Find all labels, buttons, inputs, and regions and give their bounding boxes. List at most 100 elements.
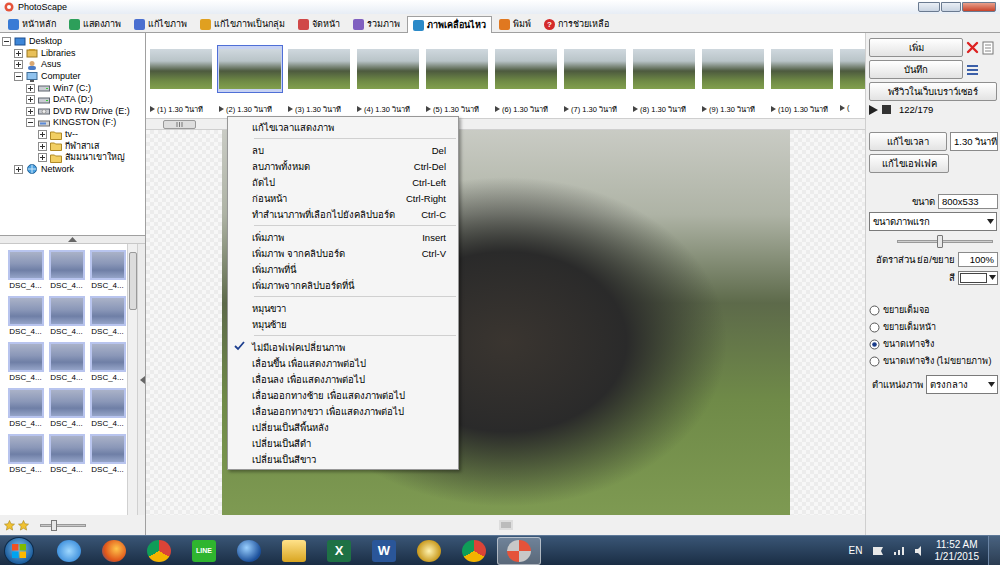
- tree-item[interactable]: Win7 (C:): [2, 82, 143, 94]
- maximize-button[interactable]: [941, 2, 961, 12]
- expand-icon[interactable]: [14, 165, 23, 174]
- expand-icon[interactable]: [26, 84, 35, 93]
- menu-item[interactable]: เลื่อนขึ้น เพื่อแสดงภาพต่อไป: [228, 355, 458, 371]
- delete-icon[interactable]: [966, 41, 979, 54]
- menu-item[interactable]: หมุนซ้าย: [228, 316, 458, 332]
- frame[interactable]: (1) 1.30 วินาที: [148, 45, 217, 118]
- menu-item[interactable]: ลบภาพทั้งหมดCtrl-Del: [228, 158, 458, 174]
- taskbar-app[interactable]: [272, 537, 316, 565]
- tree-item[interactable]: KINGSTON (F:): [2, 117, 143, 129]
- taskbar-app[interactable]: [227, 537, 271, 565]
- taskbar-app[interactable]: [47, 537, 91, 565]
- menu-item[interactable]: ไม่มีเอฟเฟคเปลี่ยนภาพ: [228, 339, 458, 355]
- tab[interactable]: รวมภาพ: [347, 15, 406, 32]
- frame[interactable]: (7) 1.30 วินาที: [562, 45, 631, 118]
- resize-handle[interactable]: [146, 515, 865, 535]
- star-icon[interactable]: [4, 520, 15, 531]
- menu-item[interactable]: เปลี่ยนเป็นสีดำ: [228, 435, 458, 451]
- menu-item[interactable]: ถัดไปCtrl-Left: [228, 174, 458, 190]
- thumbnail[interactable]: DSC_4...: [88, 296, 127, 336]
- menu-item[interactable]: เพิ่มภาพInsert: [228, 229, 458, 245]
- menu-item[interactable]: ลบDel: [228, 142, 458, 158]
- expand-icon[interactable]: [14, 60, 23, 69]
- size-mode-select[interactable]: ขนาดภาพแรก: [869, 212, 997, 231]
- preview-button[interactable]: พรีวิวในเว็บเบราว์เซอร์: [869, 82, 997, 101]
- menu-item[interactable]: เพิ่มภาพจากคลิปบอร์ดที่นี่: [228, 277, 458, 293]
- thumbnail[interactable]: DSC_4...: [47, 250, 86, 290]
- play-icon[interactable]: [869, 105, 878, 115]
- tree-item[interactable]: DVD RW Drive (E:): [2, 106, 143, 118]
- taskbar-app[interactable]: [407, 537, 451, 565]
- thumbnail[interactable]: DSC_4...: [6, 296, 45, 336]
- thumbnail[interactable]: DSC_4...: [47, 296, 86, 336]
- thumbnail[interactable]: DSC_4...: [88, 342, 127, 382]
- color-picker[interactable]: [958, 271, 998, 285]
- tree-item[interactable]: tv--: [2, 129, 143, 141]
- frame[interactable]: (3) 1.30 วินาที: [286, 45, 355, 118]
- scroll-thumb[interactable]: [163, 120, 196, 129]
- menu-item[interactable]: เลื่อนลง เพื่อแสดงภาพต่อไป: [228, 371, 458, 387]
- add-button[interactable]: เพิ่ม: [869, 38, 963, 57]
- menu-item[interactable]: เพิ่มภาพที่นี่: [228, 261, 458, 277]
- frame[interactable]: (2) 1.30 วินาที: [217, 45, 286, 118]
- tree-item[interactable]: Network: [2, 164, 143, 176]
- expand-icon[interactable]: [14, 49, 23, 58]
- menu-item[interactable]: ทำสำเนาภาพที่เลือกไปยังคลิปบอร์ดCtrl-C: [228, 206, 458, 222]
- size-field[interactable]: 800x533: [938, 194, 998, 209]
- collapse-icon[interactable]: [2, 37, 11, 46]
- menu-item[interactable]: เลื่อนออกทางขวา เพื่อแสดงภาพต่อไป: [228, 403, 458, 419]
- thumbnail[interactable]: DSC_4...: [47, 388, 86, 428]
- collapse-icon[interactable]: [14, 72, 23, 81]
- radio-icon[interactable]: [869, 339, 880, 350]
- position-select[interactable]: ตรงกลาง: [926, 375, 998, 394]
- radio-icon[interactable]: [869, 322, 880, 333]
- radio-icon[interactable]: [869, 356, 880, 367]
- thumbnail[interactable]: DSC_4...: [6, 434, 45, 474]
- thumbnail[interactable]: DSC_4...: [6, 342, 45, 382]
- save-button[interactable]: บันทึก: [869, 60, 963, 79]
- tab[interactable]: หน้าหลัก: [2, 15, 62, 32]
- thumbnail[interactable]: DSC_4...: [88, 250, 127, 290]
- minimize-button[interactable]: [918, 2, 940, 12]
- radio-icon[interactable]: [869, 305, 880, 316]
- fit-option[interactable]: ขยายเต็มจอ: [869, 303, 998, 317]
- size-slider[interactable]: [897, 240, 993, 243]
- tab[interactable]: ?การช่วยเหลือ: [538, 15, 615, 32]
- network-icon[interactable]: [893, 546, 905, 556]
- collapse-icon[interactable]: [26, 118, 35, 127]
- thumbnail[interactable]: DSC_4...: [88, 434, 127, 474]
- flag-icon[interactable]: [872, 546, 884, 556]
- tree-item[interactable]: Computer: [2, 71, 143, 83]
- show-desktop-button[interactable]: [988, 536, 1000, 565]
- slider-thumb[interactable]: [937, 235, 943, 248]
- taskbar-app[interactable]: [137, 537, 181, 565]
- scroll-thumb[interactable]: [129, 252, 137, 310]
- taskbar-app[interactable]: [92, 537, 136, 565]
- scroll-icon[interactable]: [982, 41, 994, 55]
- slider-thumb[interactable]: [51, 520, 57, 531]
- frame[interactable]: (9) 1.30 วินาที: [700, 45, 769, 118]
- frame[interactable]: (5) 1.30 วินาที: [424, 45, 493, 118]
- language-indicator[interactable]: EN: [849, 545, 863, 556]
- taskbar-app[interactable]: W: [362, 537, 406, 565]
- vertical-scrollbar[interactable]: [127, 244, 138, 515]
- star-icon[interactable]: [18, 520, 29, 531]
- tree-item[interactable]: Asus: [2, 59, 143, 71]
- expand-icon[interactable]: [38, 130, 47, 139]
- stop-icon[interactable]: [882, 105, 891, 114]
- tab[interactable]: แสดงภาพ: [63, 15, 127, 32]
- frame[interactable]: (10) 1.30 วินาที: [769, 45, 838, 118]
- expand-icon[interactable]: [38, 153, 47, 162]
- tab[interactable]: ภาพเคลื่อนไหว: [407, 16, 492, 33]
- edit-effect-button[interactable]: แก้ไขเอฟเฟค: [869, 154, 949, 173]
- fit-option[interactable]: ขนาดเท่าจริง: [869, 337, 998, 351]
- taskbar-app[interactable]: [452, 537, 496, 565]
- menu-item[interactable]: ก่อนหน้าCtrl-Right: [228, 190, 458, 206]
- tab[interactable]: จัดหน้า: [292, 15, 346, 32]
- close-button[interactable]: [962, 2, 996, 12]
- menu-item[interactable]: แก้ไขเวลาแสดงภาพ: [228, 119, 458, 135]
- thumbnail[interactable]: DSC_4...: [47, 434, 86, 474]
- expand-icon[interactable]: [38, 142, 47, 151]
- tab[interactable]: พิมพ์: [493, 15, 537, 32]
- menu-item[interactable]: เลื่อนออกทางซ้าย เพื่อแสดงภาพต่อไป: [228, 387, 458, 403]
